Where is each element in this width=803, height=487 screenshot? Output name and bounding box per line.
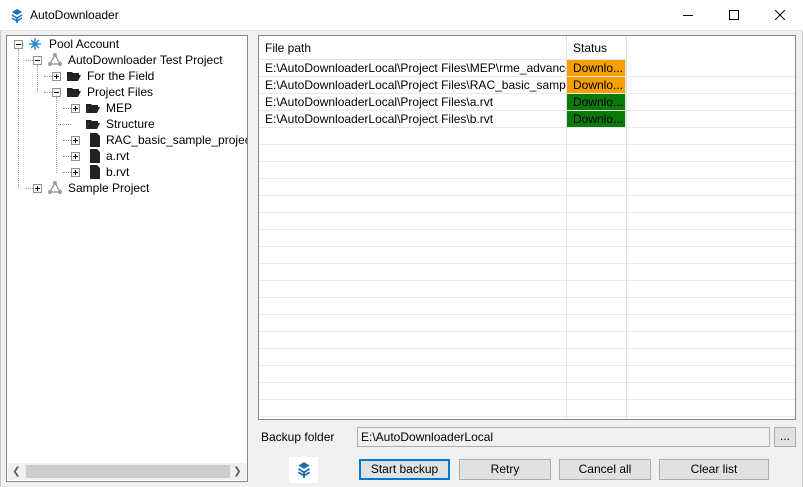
tree-node-a-rvt[interactable]: a.rvt	[7, 148, 247, 164]
scroll-right-arrow-icon[interactable]: ❯	[229, 463, 246, 480]
tree-node-label: RAC_basic_sample_project.rvt	[106, 133, 247, 147]
tree-node-label: Pool Account	[49, 37, 120, 51]
status-cell: Downlo...	[567, 111, 626, 127]
scroll-left-arrow-icon[interactable]: ❮	[8, 463, 25, 480]
empty-row	[259, 264, 795, 281]
app-logo	[289, 457, 318, 483]
maximize-button[interactable]	[711, 0, 757, 30]
table-row[interactable]: E:\AutoDownloaderLocal\Project Files\a.r…	[259, 94, 795, 111]
download-list-grid[interactable]: File path Status E:\AutoDownloaderLocal\…	[258, 35, 796, 420]
tree-node-autodownloader-test-project[interactable]: AutoDownloader Test Project	[7, 52, 247, 68]
collapse-toggle[interactable]	[33, 56, 42, 65]
empty-row	[259, 145, 795, 162]
tree-node-pool-account[interactable]: Pool Account	[7, 36, 247, 52]
minimize-icon	[683, 15, 693, 16]
tree-node-project-files[interactable]: Project Files	[7, 84, 247, 100]
tree-node-label: Structure	[106, 117, 155, 131]
tree-node-label: For the Field	[87, 69, 155, 83]
collapse-toggle[interactable]	[52, 88, 61, 97]
backup-folder-field[interactable]: E:\AutoDownloaderLocal	[357, 427, 770, 447]
expand-toggle[interactable]	[52, 72, 61, 81]
title-bar: AutoDownloader	[0, 0, 803, 31]
expand-toggle[interactable]	[71, 104, 80, 113]
file-icon	[90, 149, 100, 163]
column-divider	[566, 60, 567, 419]
empty-row	[259, 247, 795, 264]
scrollbar-thumb[interactable]	[26, 465, 230, 478]
app-logo-icon	[11, 9, 23, 23]
tree-node-rac-basic-sample-project[interactable]: RAC_basic_sample_project.rvt	[7, 132, 247, 148]
empty-row	[259, 383, 795, 400]
tree-horizontal-scrollbar[interactable]: ❮ ❯	[8, 463, 246, 480]
app-logo-icon	[297, 462, 310, 478]
file-icon	[90, 133, 100, 147]
tree-node-label: AutoDownloader Test Project	[68, 53, 223, 67]
tree-node-sample-project[interactable]: Sample Project	[7, 180, 247, 196]
file-path-cell: E:\AutoDownloaderLocal\Project Files\MEP…	[259, 60, 567, 76]
empty-row	[259, 400, 795, 417]
network-icon	[29, 38, 41, 50]
backup-folder-label: Backup folder	[261, 430, 335, 444]
project-icon	[48, 181, 62, 194]
project-tree[interactable]: Pool Account AutoDownloader Test Project…	[6, 35, 248, 482]
status-cell: Downlo...	[567, 60, 626, 76]
tree-node-label: b.rvt	[106, 165, 130, 179]
expand-toggle[interactable]	[71, 152, 80, 161]
empty-row	[259, 162, 795, 179]
start-backup-button[interactable]: Start backup	[359, 459, 450, 480]
table-row[interactable]: E:\AutoDownloaderLocal\Project Files\RAC…	[259, 77, 795, 94]
folder-open-icon	[67, 88, 81, 97]
close-button[interactable]	[757, 0, 803, 30]
minimize-button[interactable]	[665, 0, 711, 30]
browse-folder-button[interactable]: ...	[774, 427, 796, 447]
status-cell: Downlo...	[567, 77, 626, 93]
expand-toggle[interactable]	[71, 136, 80, 145]
expand-toggle[interactable]	[33, 184, 42, 193]
file-icon	[90, 165, 100, 179]
maximize-icon	[729, 10, 739, 20]
folder-open-icon	[86, 120, 100, 129]
status-cell: Downlo...	[567, 94, 626, 110]
window-border-left	[0, 31, 1, 487]
retry-button[interactable]: Retry	[459, 459, 551, 480]
column-header-status[interactable]: Status	[567, 36, 627, 60]
grid-header: File path Status	[259, 36, 795, 60]
column-header-file-path[interactable]: File path	[259, 36, 567, 60]
column-divider	[626, 60, 627, 419]
tree-node-mep[interactable]: MEP	[7, 100, 247, 116]
empty-row	[259, 315, 795, 332]
empty-row	[259, 332, 795, 349]
tree-node-b-rvt[interactable]: b.rvt	[7, 164, 247, 180]
folder-open-icon	[86, 104, 100, 113]
collapse-toggle[interactable]	[14, 40, 23, 49]
file-path-cell: E:\AutoDownloaderLocal\Project Files\b.r…	[259, 111, 567, 127]
file-path-cell: E:\AutoDownloaderLocal\Project Files\RAC…	[259, 77, 567, 93]
empty-row	[259, 213, 795, 230]
folder-open-icon	[67, 72, 81, 81]
table-row[interactable]: E:\AutoDownloaderLocal\Project Files\b.r…	[259, 111, 795, 128]
empty-row	[259, 196, 795, 213]
empty-row	[259, 179, 795, 196]
tree-node-label: Sample Project	[68, 181, 150, 195]
empty-row	[259, 281, 795, 298]
empty-row	[259, 230, 795, 247]
project-icon	[48, 53, 62, 66]
window-title: AutoDownloader	[30, 8, 119, 22]
expand-toggle[interactable]	[71, 168, 80, 177]
file-path-cell: E:\AutoDownloaderLocal\Project Files\a.r…	[259, 94, 567, 110]
tree-node-structure[interactable]: Structure	[7, 116, 247, 132]
table-row[interactable]: E:\AutoDownloaderLocal\Project Files\MEP…	[259, 60, 795, 77]
tree-node-label: a.rvt	[106, 149, 130, 163]
close-icon	[775, 10, 785, 20]
tree-node-label: Project Files	[87, 85, 154, 99]
tree-node-label: MEP	[106, 101, 133, 115]
empty-row	[259, 366, 795, 383]
empty-row	[259, 349, 795, 366]
clear-list-button[interactable]: Clear list	[659, 459, 769, 480]
empty-row	[259, 298, 795, 315]
empty-row	[259, 128, 795, 145]
tree-node-for-the-field[interactable]: For the Field	[7, 68, 247, 84]
cancel-all-button[interactable]: Cancel all	[559, 459, 651, 480]
